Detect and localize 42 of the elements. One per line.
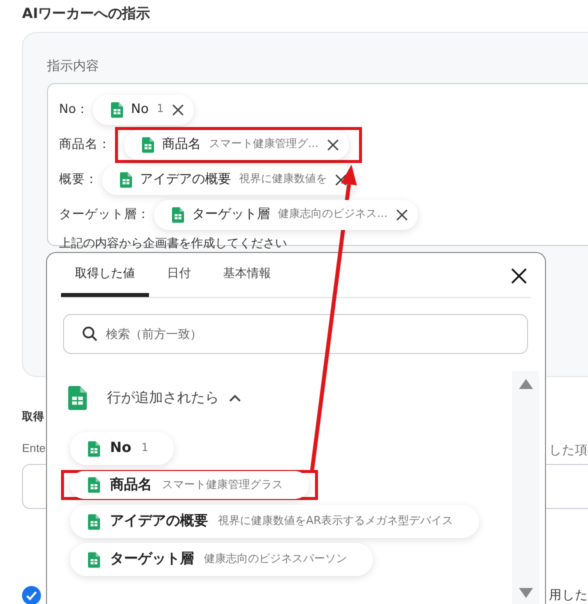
hint-text: Ente — [22, 442, 46, 457]
search-icon — [82, 326, 98, 342]
variable-chip[interactable]: No 1 — [93, 94, 194, 124]
tab[interactable]: 基本情報 — [209, 253, 285, 297]
scroll-down-icon[interactable] — [518, 588, 532, 598]
variable-item[interactable]: 商品名 スマート健康管理グラス — [70, 471, 309, 499]
variable-item[interactable]: ターゲット層 健康志向のビジネスパーソン — [70, 543, 373, 576]
option-text: 用した — [549, 586, 588, 604]
field-label: 指示内容 — [47, 58, 100, 76]
spreadsheet-icon — [88, 552, 100, 568]
line-label: ターゲット層： — [59, 205, 150, 224]
variable-item[interactable]: No 1 — [70, 432, 174, 465]
section-title: 取得 — [22, 409, 45, 425]
spreadsheet-icon — [111, 102, 123, 118]
close-icon[interactable] — [335, 174, 347, 186]
group-title: 行が追加されたら — [107, 388, 219, 408]
spreadsheet-icon — [68, 386, 87, 410]
variable-chip[interactable]: ターゲット層 健康志向のビジネス... — [154, 200, 418, 230]
spreadsheet-icon — [120, 172, 132, 188]
spreadsheet-icon — [88, 514, 100, 530]
close-icon[interactable] — [396, 208, 408, 220]
scroll-up-icon[interactable] — [518, 379, 532, 389]
tab[interactable]: 日付 — [153, 253, 205, 297]
line-label: No： — [59, 100, 89, 118]
section-title: AIワーカーへの指示 — [22, 5, 152, 24]
scrollbar[interactable] — [512, 371, 539, 604]
hint-text: した項 — [549, 441, 588, 459]
line-label: 商品名： — [59, 135, 111, 154]
spreadsheet-icon — [142, 136, 154, 152]
close-icon[interactable] — [172, 104, 184, 116]
search-field[interactable]: 検索（前方一致） — [63, 314, 528, 354]
checkbox[interactable] — [22, 586, 41, 604]
tab[interactable]: 取得した値 — [61, 253, 149, 297]
variable-chip[interactable]: 商品名 スマート健康管理グ... — [124, 130, 348, 160]
variable-chip[interactable]: アイデアの概要 視界に健康数値を — [102, 164, 357, 194]
spreadsheet-icon — [88, 440, 100, 456]
variable-item[interactable]: アイデアの概要 視界に健康数値をAR表示するメガネ型デバイス — [70, 505, 480, 538]
chevron-up-icon[interactable] — [229, 394, 241, 402]
close-icon[interactable] — [326, 138, 338, 150]
line-label: 概要： — [59, 170, 98, 188]
spreadsheet-icon — [88, 477, 100, 493]
spreadsheet-icon — [172, 206, 184, 222]
